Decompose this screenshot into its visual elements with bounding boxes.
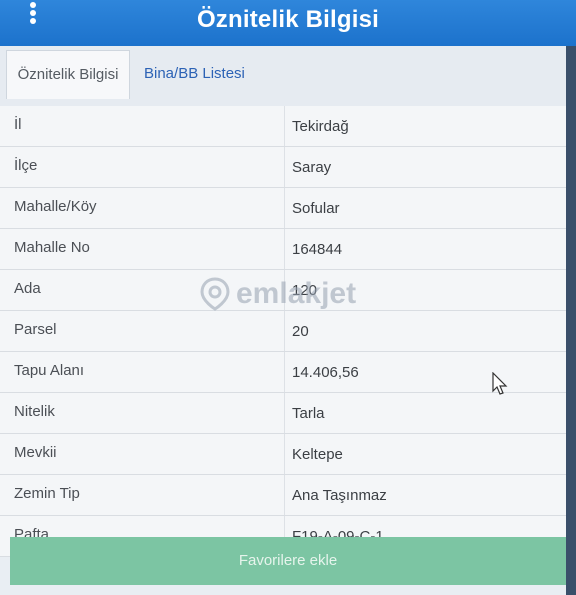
column-divider [284,188,285,228]
location-pin-icon [200,277,230,311]
column-divider [284,393,285,433]
attribute-value: Tarla [292,405,325,422]
app-window: Öznitelik Bilgisi Öznitelik Bilgisi Bina… [0,0,576,595]
attribute-table: İl Tekirdağ İlçe Saray Mahalle/Köy Soful… [0,106,566,557]
attribute-row-tapu-alani: Tapu Alanı 14.406,56 [0,352,566,393]
column-divider [284,106,285,146]
attribute-label: Nitelik [14,403,55,420]
attribute-label: İlçe [14,157,38,174]
column-divider [284,434,285,474]
attribute-label: Mahalle/Köy [14,198,97,215]
attribute-label: Mevkii [14,444,57,461]
attribute-value: Saray [292,159,332,176]
attribute-label: Mahalle No [14,239,90,256]
attribute-row-mevkii: Mevkii Keltepe [0,434,566,475]
watermark-text: emlakjet [236,277,357,310]
tab-attribute-info[interactable]: Öznitelik Bilgisi [6,50,130,99]
attribute-value: Keltepe [292,446,343,463]
attribute-value: 164844 [292,241,343,258]
attribute-value: Sofular [292,200,340,217]
column-divider [284,475,285,515]
attribute-value: Tekirdağ [292,118,349,135]
column-divider [284,311,285,351]
page-title: Öznitelik Bilgisi [196,6,380,33]
window-edge [566,46,576,595]
attribute-row-zemin-tip: Zemin Tip Ana Taşınmaz [0,475,566,516]
attribute-label: İl [14,116,22,133]
attribute-label: Zemin Tip [14,485,80,502]
attribute-value: 20 [292,323,309,340]
attribute-row-mahalle: Mahalle/Köy Sofular [0,188,566,229]
attribute-row-ilce: İlçe Saray [0,147,566,188]
add-to-favorites-button[interactable]: Favorilere ekle [10,537,566,585]
attribute-row-parsel: Parsel 20 [0,311,566,352]
attribute-label: Parsel [14,321,57,338]
app-header: Öznitelik Bilgisi [0,0,576,46]
attribute-label: Tapu Alanı [14,362,85,379]
tab-bar: Öznitelik Bilgisi Bina/BB Listesi [0,46,576,107]
attribute-label: Ada [14,280,41,297]
column-divider [284,147,285,187]
mouse-pointer-icon [492,372,508,395]
column-divider [284,229,285,269]
attribute-row-mahalle-no: Mahalle No 164844 [0,229,566,270]
attribute-row-il: İl Tekirdağ [0,106,566,147]
attribute-row-nitelik: Nitelik Tarla [0,393,566,434]
attribute-value: Ana Taşınmaz [292,487,387,504]
tab-building-list[interactable]: Bina/BB Listesi [144,50,245,98]
watermark: emlakjet [200,275,400,315]
attribute-value: 14.406,56 [292,364,359,381]
column-divider [284,352,285,392]
